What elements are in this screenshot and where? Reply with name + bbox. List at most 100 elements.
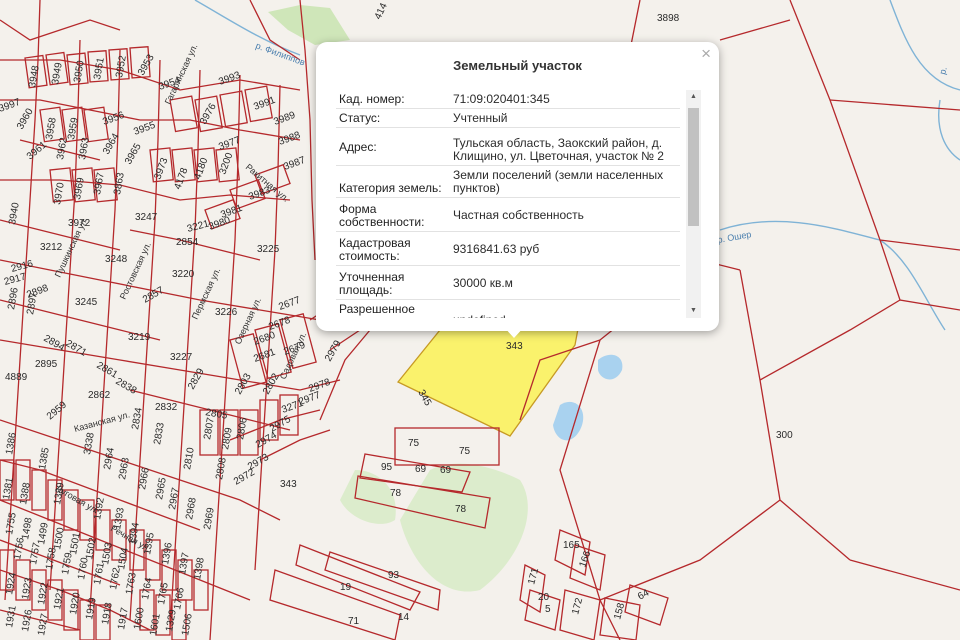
svg-text:4889: 4889 (5, 372, 28, 383)
attribute-value: Частная собственность (450, 197, 680, 232)
parcel-label: 165 (563, 540, 580, 551)
svg-text:1501: 1501 (68, 531, 83, 555)
svg-text:2965: 2965 (154, 476, 169, 500)
svg-text:1755: 1755 (4, 511, 19, 535)
attribute-key: Кад. номер: (336, 90, 450, 109)
table-row: Уточненная площадь: 30000 кв.м (336, 265, 680, 300)
selected-parcel-top-label: 343 (506, 341, 523, 352)
attribute-key: Уточненная площадь: (336, 265, 450, 300)
green-area (400, 463, 528, 592)
parcel-label-top: 414 (373, 1, 390, 21)
svg-text:3960: 3960 (15, 106, 36, 131)
svg-text:1917: 1917 (116, 606, 131, 630)
svg-text:3220: 3220 (172, 269, 195, 280)
svg-text:1764: 1764 (140, 576, 155, 600)
svg-text:3245: 3245 (75, 297, 98, 308)
svg-text:3953: 3953 (136, 52, 157, 77)
parcel-label-big: 300 (776, 430, 793, 441)
svg-text:2968: 2968 (184, 496, 199, 520)
svg-text:1759: 1759 (60, 551, 75, 575)
svg-text:3949: 3949 (50, 61, 65, 85)
popup-pointer (503, 326, 525, 338)
road-label: 343 (280, 479, 297, 490)
svg-text:1503: 1503 (100, 541, 115, 565)
river-line (889, 0, 960, 91)
svg-text:2854: 2854 (176, 237, 199, 248)
svg-text:1765: 1765 (156, 581, 171, 605)
table-row: Категория земель: Земли поселений (земли… (336, 165, 680, 198)
svg-text:2803: 2803 (233, 371, 254, 396)
svg-text:1385: 1385 (37, 446, 52, 470)
parcel-label: 93 (388, 570, 400, 581)
svg-text:1761: 1761 (92, 561, 107, 585)
river-label: р. (937, 66, 949, 76)
parcel-label: 166 (577, 549, 593, 569)
svg-text:2810: 2810 (182, 446, 197, 470)
svg-text:1762: 1762 (108, 566, 123, 590)
svg-text:2806: 2806 (235, 416, 250, 440)
svg-text:3955: 3955 (132, 120, 157, 138)
scroll-thumb[interactable] (688, 108, 699, 226)
svg-text:2833: 2833 (152, 421, 167, 445)
parcel-label: 20 (538, 592, 550, 603)
attribute-key: Разрешенное (336, 299, 450, 318)
parcel-label: 158 (612, 601, 627, 620)
river-label: р. Ошер (717, 229, 752, 245)
svg-text:1329: 1329 (164, 608, 179, 632)
parcel-label: 71 (348, 616, 360, 627)
svg-text:1388: 1388 (18, 481, 33, 505)
scroll-down-icon[interactable]: ▼ (686, 304, 701, 318)
scrollbar[interactable]: ▲ ▼ (686, 90, 701, 318)
svg-text:3958: 3958 (44, 116, 59, 140)
svg-text:3987: 3987 (282, 155, 307, 173)
attribute-value: 30000 кв.м (450, 265, 680, 300)
svg-text:3959: 3959 (66, 116, 81, 140)
parcel-info-popup: × Земельный участок Кад. номер: 71:09:02… (316, 42, 719, 331)
svg-text:2959: 2959 (45, 399, 69, 422)
parcel-label: 69 (415, 464, 427, 475)
svg-text:2808: 2808 (214, 456, 229, 480)
svg-text:1396: 1396 (160, 541, 175, 565)
selected-parcel[interactable] (396, 317, 581, 437)
svg-text:3226: 3226 (215, 307, 238, 318)
svg-text:2917: 2917 (3, 271, 28, 287)
svg-text:1931: 1931 (4, 604, 19, 628)
svg-text:3965: 3965 (123, 141, 144, 166)
table-row: Статус: Учтенный (336, 108, 680, 128)
svg-text:1756: 1756 (12, 536, 27, 560)
svg-text:1397: 1397 (177, 551, 192, 575)
svg-text:3271: 3271 (280, 398, 305, 416)
parcel-label: 75 (459, 446, 471, 457)
attribute-table: Кад. номер: 71:09:020401:345 Статус: Учт… (336, 90, 680, 318)
svg-text:1398: 1398 (192, 556, 207, 580)
svg-text:2829: 2829 (186, 366, 207, 391)
table-row: Кадастровая стоимость: 9316841.63 руб (336, 231, 680, 266)
parcel-label: 19 (340, 582, 352, 593)
svg-text:3212: 3212 (40, 242, 63, 253)
scroll-up-icon[interactable]: ▲ (686, 90, 701, 104)
svg-text:1499: 1499 (36, 521, 51, 545)
parcel-label: 69 (440, 465, 452, 476)
svg-text:3247: 3247 (135, 212, 158, 223)
svg-text:1926: 1926 (20, 608, 35, 632)
parcel-label: 172 (570, 596, 585, 615)
svg-text:3970: 3970 (52, 181, 67, 205)
svg-text:3989: 3989 (272, 110, 297, 128)
svg-text:2964: 2964 (102, 446, 117, 470)
svg-text:1601: 1601 (148, 612, 163, 636)
attribute-value: 9316841.63 руб (450, 231, 680, 266)
attribute-key: Форма собственности: (336, 197, 450, 232)
attribute-key: Категория земель: (336, 165, 450, 198)
parcel-label-header: 3898 (657, 13, 680, 24)
svg-text:1506: 1506 (180, 612, 195, 636)
svg-text:2895: 2895 (35, 359, 58, 370)
river-line (719, 220, 946, 331)
svg-text:3993: 3993 (217, 70, 242, 88)
popup-content[interactable]: Кад. номер: 71:09:020401:345 Статус: Учт… (336, 90, 698, 318)
svg-text:1922: 1922 (36, 581, 51, 605)
svg-text:Гагаринская ул.: Гагаринская ул. (163, 42, 200, 106)
parcel-label: 78 (455, 504, 467, 515)
river-line (194, 0, 301, 56)
attribute-value: undefined (450, 299, 680, 318)
svg-text:1386: 1386 (4, 431, 19, 455)
